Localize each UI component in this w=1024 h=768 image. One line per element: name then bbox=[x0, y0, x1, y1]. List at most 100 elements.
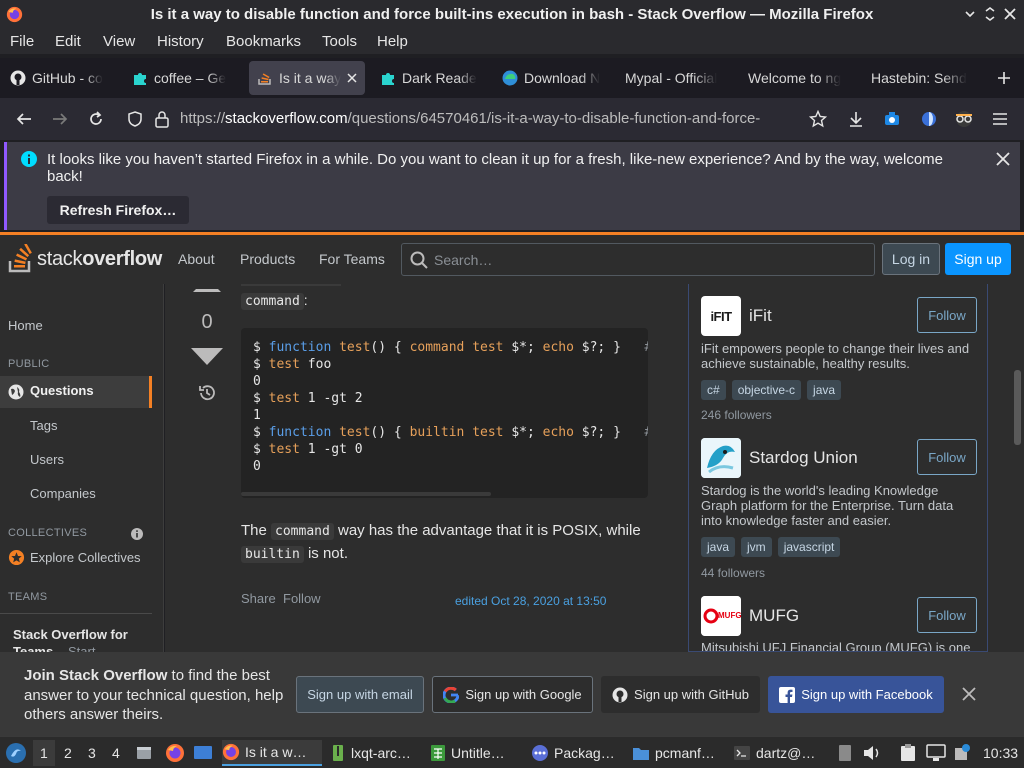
tab-so-active[interactable]: Is it a way bbox=[249, 61, 365, 95]
tab-mypal[interactable]: Mypal - Official bbox=[617, 58, 735, 98]
new-tab-icon[interactable] bbox=[996, 70, 1012, 86]
tab-download[interactable]: Download N bbox=[494, 58, 612, 98]
menu-history[interactable]: History bbox=[157, 33, 204, 50]
globe-extension-icon[interactable] bbox=[917, 107, 941, 131]
start-menu-icon[interactable] bbox=[5, 742, 27, 764]
history-icon[interactable] bbox=[197, 383, 217, 403]
reload-icon[interactable] bbox=[84, 107, 108, 131]
minimize-icon[interactable] bbox=[963, 7, 977, 21]
sidebar-item-explore-collectives[interactable]: Explore Collectives bbox=[8, 549, 141, 566]
refresh-firefox-button[interactable]: Refresh Firefox… bbox=[47, 196, 189, 224]
downloads-icon[interactable] bbox=[844, 107, 868, 131]
tab-ng[interactable]: Welcome to ng bbox=[740, 58, 858, 98]
tag[interactable]: javascript bbox=[777, 537, 841, 557]
page-scrollbar-thumb[interactable] bbox=[1014, 370, 1021, 445]
workspace-1[interactable]: 1 bbox=[40, 745, 48, 761]
file-manager-launcher-icon[interactable] bbox=[135, 744, 153, 762]
menu-bookmarks[interactable]: Bookmarks bbox=[226, 33, 301, 50]
menu-file[interactable]: File bbox=[10, 33, 34, 50]
nav-for-teams[interactable]: For Teams bbox=[319, 251, 385, 267]
sidebar-item-companies[interactable]: Companies bbox=[30, 486, 96, 501]
follow-stardog-button[interactable]: Follow bbox=[917, 439, 977, 475]
firefox-launcher-icon[interactable] bbox=[165, 743, 185, 763]
clipboard-icon[interactable] bbox=[900, 744, 916, 762]
intro-colon: : bbox=[303, 292, 308, 308]
tracking-shield-icon[interactable] bbox=[123, 107, 147, 131]
close-window-icon[interactable] bbox=[1003, 7, 1017, 21]
task-spreadsheet[interactable]: Untitle… bbox=[430, 740, 525, 766]
task-terminal[interactable]: dartz@… bbox=[733, 740, 828, 766]
share-link[interactable]: Share bbox=[241, 591, 276, 606]
signup-button[interactable]: Sign up bbox=[945, 243, 1011, 275]
task-pcmanfm[interactable]: pcmanf… bbox=[632, 740, 727, 766]
github-icon bbox=[612, 687, 628, 703]
workspace-2[interactable]: 2 bbox=[64, 745, 72, 761]
tag[interactable]: objective-c bbox=[731, 380, 802, 400]
follow-mufg-button[interactable]: Follow bbox=[917, 597, 977, 633]
close-notification-icon[interactable] bbox=[996, 152, 1010, 166]
menu-view[interactable]: View bbox=[103, 33, 135, 50]
sidebar-item-home[interactable]: Home bbox=[8, 318, 43, 333]
collectives-info-icon[interactable] bbox=[131, 528, 143, 540]
maximize-icon[interactable] bbox=[983, 7, 997, 21]
menu-tools[interactable]: Tools bbox=[322, 33, 357, 50]
tray-disk-icon[interactable] bbox=[838, 744, 852, 762]
task-packages[interactable]: Packag… bbox=[531, 740, 626, 766]
workspace-4[interactable]: 4 bbox=[112, 745, 120, 761]
sidebar-item-questions[interactable]: Questions bbox=[0, 376, 152, 408]
signup-github-button[interactable]: Sign up with GitHub bbox=[601, 676, 760, 713]
tab-label: Mypal - Official bbox=[625, 70, 718, 86]
ifit-logo[interactable]: iFIT bbox=[701, 296, 741, 336]
collective-name[interactable]: MUFG bbox=[749, 606, 799, 626]
upvote-arrow-icon[interactable] bbox=[189, 284, 225, 292]
downvote-arrow-icon[interactable] bbox=[189, 348, 225, 366]
close-tab-icon[interactable] bbox=[347, 73, 357, 83]
follow-ifit-button[interactable]: Follow bbox=[917, 297, 977, 333]
updates-icon[interactable] bbox=[954, 744, 970, 762]
signup-facebook-button[interactable]: Sign up with Facebook bbox=[768, 676, 944, 713]
menu-edit[interactable]: Edit bbox=[55, 33, 81, 50]
show-desktop-icon[interactable] bbox=[193, 744, 213, 762]
tag[interactable]: jvm bbox=[741, 537, 772, 557]
url-bar[interactable]: https://stackoverflow.com/questions/6457… bbox=[180, 110, 796, 127]
forward-icon[interactable] bbox=[48, 107, 72, 131]
volume-icon[interactable] bbox=[862, 744, 882, 762]
app-menu-icon[interactable] bbox=[988, 107, 1012, 131]
network-icon[interactable] bbox=[926, 744, 946, 762]
lock-icon[interactable] bbox=[150, 107, 174, 131]
sidebar-item-users[interactable]: Users bbox=[30, 452, 64, 467]
login-button[interactable]: Log in bbox=[882, 243, 940, 275]
signup-github-label: Sign up with GitHub bbox=[634, 687, 749, 702]
close-banner-icon[interactable] bbox=[962, 687, 976, 701]
tab-coffee[interactable]: coffee – Ge bbox=[124, 58, 242, 98]
follow-link[interactable]: Follow bbox=[283, 591, 321, 606]
tab-github[interactable]: GitHub - co bbox=[2, 58, 120, 98]
signup-google-button[interactable]: Sign up with Google bbox=[432, 676, 593, 713]
task-lxqt-archiver[interactable]: lxqt-arc… bbox=[330, 740, 425, 766]
tag[interactable]: c# bbox=[701, 380, 726, 400]
back-icon[interactable] bbox=[12, 107, 36, 131]
stardog-logo[interactable] bbox=[701, 438, 741, 478]
collective-name[interactable]: Stardog Union bbox=[749, 448, 858, 468]
collective-name[interactable]: iFit bbox=[749, 306, 772, 326]
task-firefox[interactable]: Is it a w… bbox=[222, 740, 322, 766]
tab-hastebin[interactable]: Hastebin: Send bbox=[863, 58, 981, 98]
signup-email-button[interactable]: Sign up with email bbox=[296, 676, 424, 713]
nav-about[interactable]: About bbox=[178, 251, 215, 267]
sidebar-item-tags[interactable]: Tags bbox=[30, 418, 57, 433]
code-scrollbar[interactable] bbox=[241, 492, 491, 496]
tab-darkreader[interactable]: Dark Reade bbox=[372, 58, 488, 98]
so-logo[interactable]: stackoverflow bbox=[8, 243, 162, 275]
nav-products[interactable]: Products bbox=[240, 251, 295, 267]
menu-help[interactable]: Help bbox=[377, 33, 408, 50]
tag[interactable]: java bbox=[807, 380, 842, 400]
mufg-logo[interactable]: MUFG bbox=[701, 596, 741, 636]
workspace-3[interactable]: 3 bbox=[88, 745, 96, 761]
tag[interactable]: java bbox=[701, 537, 736, 557]
screenshot-extension-icon[interactable] bbox=[880, 107, 904, 131]
edited-timestamp-link[interactable]: edited Oct 28, 2020 at 13:50 bbox=[455, 594, 606, 608]
bookmark-star-icon[interactable] bbox=[806, 107, 830, 131]
darkreader-extension-icon[interactable] bbox=[952, 107, 976, 131]
so-search-input[interactable]: Search… bbox=[401, 243, 875, 276]
collective-followers: 246 followers bbox=[701, 408, 772, 422]
